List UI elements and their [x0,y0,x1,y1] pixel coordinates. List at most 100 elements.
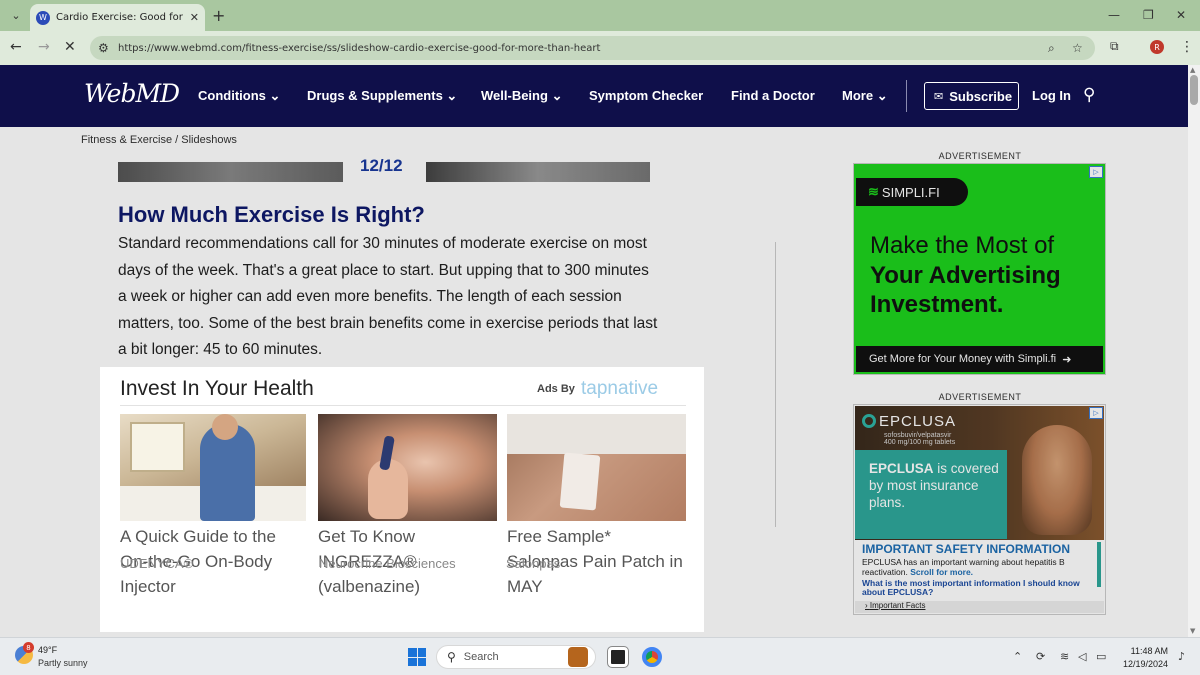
close-tab-icon[interactable]: ✕ [190,11,199,24]
card-source: Neurocrine Biosciences [319,556,456,571]
breadcrumb[interactable]: Fitness & Exercise / Slideshows [81,134,237,146]
nav-drugs-supplements[interactable]: Drugs & Supplements ⌄ [307,88,457,104]
browser-tab-bar: ⌄ W Cardio Exercise: Good for More ✕ + —… [0,0,1200,31]
coverage-text: EPCLUSA is covered by most insurance pla… [869,461,999,510]
card-image-patch [507,414,686,521]
temperature[interactable]: 49°F [38,645,57,655]
nav-well-being[interactable]: Well-Being ⌄ [481,88,562,104]
back-icon[interactable]: ← [10,39,22,55]
nav-symptom-checker[interactable]: Symptom Checker [589,88,703,103]
isi-body: EPCLUSA has an important warning about h… [862,557,1065,577]
article-body: Standard recommendations call for 30 min… [118,235,658,358]
volume-icon[interactable]: ◁ [1078,650,1086,663]
nav-conditions[interactable]: Conditions ⌄ [198,88,280,104]
site-info-icon[interactable]: ⚙ [98,41,109,55]
windows-start-icon[interactable] [408,648,426,666]
tapnative-logo[interactable]: tapnative [581,378,658,400]
chevron-down-icon: ⌄ [446,88,458,103]
isi-scrollbar[interactable] [1097,542,1101,587]
page-scrollbar[interactable]: ▲ ▼ [1188,65,1200,637]
scroll-up-icon[interactable]: ▲ [1190,66,1195,74]
isi-title: IMPORTANT SAFETY INFORMATION [862,542,1070,556]
stop-loading-icon[interactable]: ✕ [64,39,76,55]
card-image-capsule [318,414,497,521]
sponsored-card[interactable]: Get To Know INGREZZA® (valbenazine) [318,414,497,599]
weather-badge: 8 [23,642,34,653]
card-image-injector [120,414,306,521]
tab-title: Cardio Exercise: Good for More [56,12,186,23]
ad-headline-bold: Your Advertising Investment. [870,262,1061,318]
epclusa-generic-name: sofosbuvir/velpatasvir 400 mg/100 mg tabl… [884,432,956,446]
column-divider [775,242,776,527]
profile-avatar[interactable]: R [1150,40,1164,54]
zoom-icon[interactable]: ⌕ [1048,41,1055,56]
subscribe-button[interactable]: ✉ Subscribe [924,82,1019,110]
sponsored-card[interactable]: Free Sample* Salonpas Pain Patch in MAY [507,414,686,599]
epclusa-ad[interactable]: EPCLUSA sofosbuvir/velpatasvir 400 mg/100… [853,404,1106,615]
arrow-circle-icon: ➜ [1062,353,1072,366]
ads-by-label: Ads By [537,383,575,395]
ad-headline: Make the Most of [870,232,1055,259]
url-text: https://www.webmd.com/fitness-exercise/s… [118,42,601,54]
sync-icon[interactable]: ⟳ [1036,650,1045,663]
pain-patch [559,452,601,511]
chrome-icon[interactable] [642,647,662,667]
adchoices-icon[interactable]: ▷ [1089,407,1103,419]
ad-cta[interactable]: Get More for Your Money with Simpli.fi ➜ [856,346,1103,372]
task-view-icon[interactable] [607,646,629,668]
background [507,414,686,454]
extensions-icon[interactable]: ⧉ [1110,39,1119,54]
close-window-icon[interactable]: ✕ [1176,8,1186,22]
chevron-down-icon: ⌄ [269,88,281,103]
bookmark-star-icon[interactable]: ☆ [1072,41,1083,55]
browser-menu-icon[interactable]: ⋮ [1180,39,1194,55]
epclusa-logo: EPCLUSA [862,413,956,430]
taskbar: 8 49°F Partly sunny ⚲ Search ⌃ ⟳ ≋ ◁ ▭ 1… [0,637,1200,675]
new-tab-icon[interactable]: + [212,6,225,25]
man-head [212,414,238,440]
tab-search-chevron-icon[interactable]: ⌄ [6,5,26,25]
browser-tab[interactable]: W Cardio Exercise: Good for More ✕ [30,4,205,31]
battery-icon[interactable]: ▭ [1096,650,1106,663]
weather-condition[interactable]: Partly sunny [38,658,88,668]
simplifi-logo: ≋ SIMPLI.FI [856,178,968,206]
sponsored-card[interactable]: A Quick Guide to the On-the-Go On-Body I… [120,414,306,599]
nav-find-a-doctor[interactable]: Find a Doctor [731,88,815,103]
scroll-down-icon[interactable]: ▼ [1190,627,1195,635]
search-icon[interactable]: ⚲ [1083,85,1095,105]
slide-counter: 12/12 [360,156,403,175]
minimize-icon[interactable]: — [1108,8,1120,22]
ad-label: ADVERTISEMENT [938,392,1022,402]
webmd-logo[interactable]: WebMD [84,79,180,108]
card-source: UDENYCA® [120,556,194,571]
tray-chevron-up-icon[interactable]: ⌃ [1013,650,1022,663]
forward-icon[interactable]: → [38,39,50,55]
slide-image-strip: 12/12 [118,156,650,182]
scrollbar-thumb[interactable] [1190,75,1198,105]
briefcase-app-icon[interactable] [568,647,588,667]
scroll-for-more-link[interactable]: Scroll for more. [910,567,973,577]
card-source: Salonpas [506,556,561,571]
wifi-icon[interactable]: ≋ [1060,650,1069,663]
slide-image-right [426,162,650,182]
webmd-favicon-icon: W [36,10,50,25]
address-bar[interactable]: ⚙ https://www.webmd.com/fitness-exercise… [90,36,1095,60]
nav-more[interactable]: More ⌄ [842,88,888,104]
divider [120,405,686,406]
site-header: WebMD Conditions ⌄ Drugs & Supplements ⌄… [0,65,1188,127]
isi-question: What is the most important information I… [862,579,1080,595]
chevron-down-icon: ⌄ [551,88,563,103]
slide-image-left [118,162,343,182]
nav-divider [906,80,907,112]
restore-icon[interactable]: ❐ [1143,8,1154,22]
simplifi-ad[interactable]: ▷ ≋ SIMPLI.FI Make the Most of Your Adver… [853,163,1106,375]
adchoices-icon[interactable]: ▷ [1089,166,1103,178]
search-icon: ⚲ [447,650,456,664]
login-link[interactable]: Log In [1032,88,1071,103]
mail-icon: ✉ [934,89,944,103]
system-clock[interactable]: 11:48 AM 12/19/2024 [1118,645,1168,671]
notification-bell-icon[interactable]: ♪ [1178,650,1185,663]
browser-toolbar: ← → ✕ ⚙ https://www.webmd.com/fitness-ex… [0,31,1200,65]
important-facts-link[interactable]: › Important Facts [855,601,1104,613]
ad-label: ADVERTISEMENT [938,151,1022,161]
